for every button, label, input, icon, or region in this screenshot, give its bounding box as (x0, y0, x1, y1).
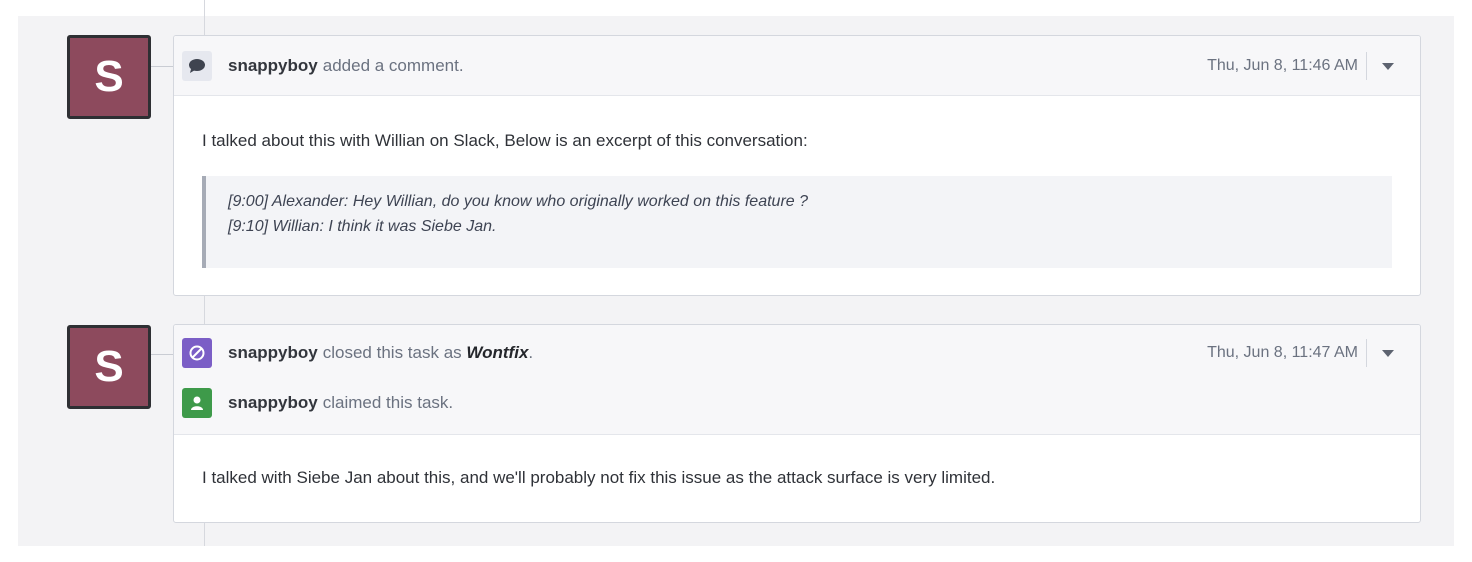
actions-menu-caret-icon[interactable] (1382, 63, 1394, 70)
author-link[interactable]: snappyboy (228, 56, 318, 76)
header-divider (1366, 339, 1367, 367)
comment-icon (182, 50, 212, 81)
ban-icon (182, 337, 212, 368)
author-link[interactable]: snappyboy (228, 393, 318, 413)
timestamp[interactable]: Thu, Jun 8, 11:47 AM (1207, 335, 1358, 370)
event-card: snappyboy closed this task as Wontfix. s… (173, 324, 1421, 523)
avatar[interactable]: S (67, 35, 151, 119)
timestamp[interactable]: Thu, Jun 8, 11:46 AM (1207, 48, 1358, 83)
connector-line (151, 66, 173, 67)
status-value: Wontfix (466, 342, 529, 362)
avatar[interactable]: S (67, 325, 151, 409)
event-suffix: . (528, 342, 534, 362)
header-divider (1366, 52, 1367, 80)
comment-card-header: snappyboy added a comment. Thu, Jun 8, 1… (174, 36, 1420, 96)
comment-card: snappyboy added a comment. Thu, Jun 8, 1… (173, 35, 1421, 296)
quote-block: [9:00] Alexander: Hey Willian, do you kn… (202, 176, 1392, 268)
event-action: claimed this task. (322, 392, 454, 412)
actions-menu-caret-icon[interactable] (1382, 350, 1394, 357)
event-action: closed this task as (322, 342, 462, 362)
quote-line: [9:10] Willian: I think it was Siebe Jan… (228, 218, 497, 235)
event-line: snappyboy claimed this task. (174, 385, 1420, 420)
quote-line: [9:00] Alexander: Hey Willian, do you kn… (228, 193, 809, 210)
event-action: added a comment. (322, 55, 464, 75)
user-icon (182, 387, 212, 418)
event-card-header: snappyboy closed this task as Wontfix. s… (174, 325, 1420, 435)
connector-line (151, 354, 173, 355)
comment-body: I talked about this with Willian on Slac… (202, 131, 808, 150)
comment-body: I talked with Siebe Jan about this, and … (202, 468, 996, 487)
author-link[interactable]: snappyboy (228, 343, 318, 363)
